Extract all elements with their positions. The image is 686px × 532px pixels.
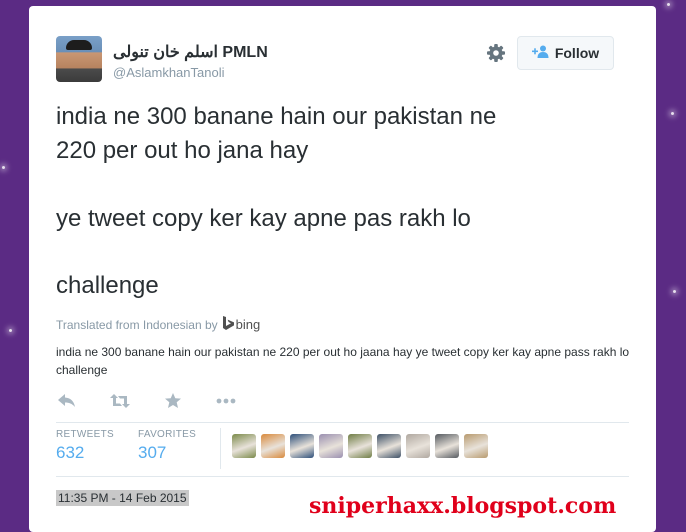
timestamp[interactable]: 11:35 PM - 14 Feb 2015 [56, 490, 189, 506]
follow-label: Follow [554, 45, 600, 61]
bing-logo-icon [222, 316, 234, 333]
tweet-text-line: challenge [56, 272, 159, 299]
translation-attribution: Translated from Indonesian by bing [56, 316, 260, 333]
favoriters-avatars [232, 434, 488, 458]
divider [220, 428, 221, 469]
favorites-count[interactable]: 307 [138, 443, 166, 463]
favoriter-avatar[interactable] [232, 434, 256, 458]
favorites-label: FAVORITES [138, 429, 197, 440]
sparkle [9, 329, 12, 332]
sparkle [2, 166, 5, 169]
watermark: sniperhaxx.blogspot.com [309, 493, 617, 519]
favoriter-avatar[interactable] [348, 434, 372, 458]
tweet-text-line: india ne 300 banane hain our pakistan ne [56, 103, 497, 130]
add-user-icon [531, 45, 549, 61]
sparkle [671, 112, 674, 115]
bing-label: bing [235, 317, 261, 332]
tweet-text-line: ye tweet copy ker kay apne pas rakh lo [56, 205, 471, 232]
tweet-actions [56, 390, 268, 412]
favoriter-avatar[interactable] [290, 434, 314, 458]
reply-icon[interactable] [56, 390, 78, 412]
bing-link[interactable]: bing [222, 316, 261, 333]
favoriter-avatar[interactable] [377, 434, 401, 458]
favorite-icon[interactable] [162, 390, 184, 412]
gear-icon[interactable] [484, 41, 508, 65]
translated-text: india ne 300 banane hain our pakistan ne… [56, 345, 630, 377]
user-handle[interactable]: @AslamkhanTanoli [113, 65, 224, 80]
tweet-text-line: 220 per out ho jana hay [56, 137, 309, 164]
display-name[interactable]: اسلم خان تنولی PMLN [113, 42, 268, 62]
retweet-icon[interactable] [109, 390, 131, 412]
retweets-count[interactable]: 632 [56, 443, 84, 463]
more-icon[interactable] [215, 390, 237, 412]
follow-button[interactable]: Follow [517, 36, 614, 70]
favoriter-avatar[interactable] [464, 434, 488, 458]
favoriter-avatar[interactable] [435, 434, 459, 458]
favoriter-avatar[interactable] [406, 434, 430, 458]
sparkle [667, 3, 670, 6]
sparkle [673, 290, 676, 293]
favoriter-avatar[interactable] [319, 434, 343, 458]
favoriter-avatar[interactable] [261, 434, 285, 458]
translated-label: Translated from Indonesian by [56, 317, 218, 332]
divider [56, 476, 629, 477]
avatar[interactable] [56, 36, 102, 82]
divider [56, 422, 629, 423]
retweets-label: RETWEETS [56, 429, 114, 440]
tweet-card: اسلم خان تنولی PMLN @AslamkhanTanoli Fol… [29, 6, 656, 532]
